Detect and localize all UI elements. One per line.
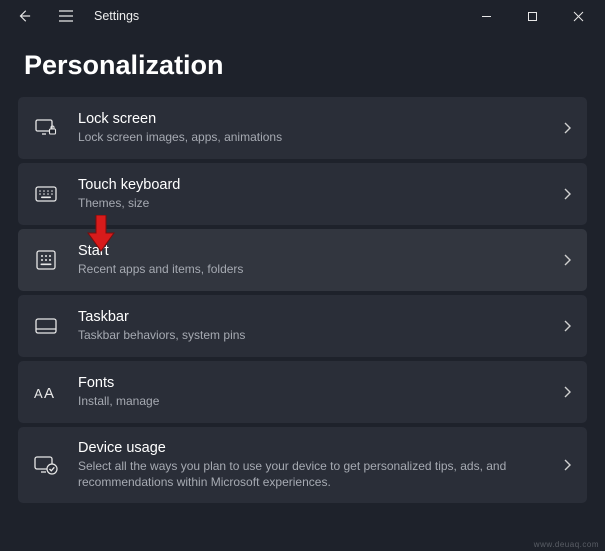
row-title: Fonts — [78, 374, 553, 392]
fonts-icon: AA — [32, 383, 60, 401]
row-subtitle: Recent apps and items, folders — [78, 261, 553, 277]
row-subtitle: Themes, size — [78, 195, 553, 211]
settings-row-start[interactable]: Start Recent apps and items, folders — [18, 229, 587, 291]
svg-text:A: A — [34, 386, 43, 401]
back-button[interactable] — [4, 0, 44, 32]
settings-row-touch-keyboard[interactable]: Touch keyboard Themes, size — [18, 163, 587, 225]
window-title: Settings — [94, 9, 139, 23]
row-subtitle: Lock screen images, apps, animations — [78, 129, 553, 145]
title-bar: Settings — [0, 0, 605, 32]
start-icon — [32, 250, 60, 270]
page-title: Personalization — [0, 32, 605, 97]
chevron-right-icon — [563, 459, 571, 471]
row-title: Lock screen — [78, 110, 553, 128]
settings-row-taskbar[interactable]: Taskbar Taskbar behaviors, system pins — [18, 295, 587, 357]
settings-row-device-usage[interactable]: Device usage Select all the ways you pla… — [18, 427, 587, 503]
row-subtitle: Install, manage — [78, 393, 553, 409]
row-subtitle: Select all the ways you plan to use your… — [78, 458, 553, 490]
chevron-right-icon — [563, 188, 571, 200]
menu-button[interactable] — [46, 0, 86, 32]
svg-text:A: A — [44, 385, 54, 401]
maximize-button[interactable] — [509, 0, 555, 32]
taskbar-icon — [32, 318, 60, 334]
chevron-right-icon — [563, 254, 571, 266]
close-button[interactable] — [555, 0, 601, 32]
chevron-right-icon — [563, 386, 571, 398]
keyboard-icon — [32, 186, 60, 202]
row-title: Touch keyboard — [78, 176, 553, 194]
row-title: Start — [78, 242, 553, 260]
settings-row-fonts[interactable]: AA Fonts Install, manage — [18, 361, 587, 423]
settings-list: Lock screen Lock screen images, apps, an… — [0, 97, 605, 503]
chevron-right-icon — [563, 122, 571, 134]
settings-row-lock-screen[interactable]: Lock screen Lock screen images, apps, an… — [18, 97, 587, 159]
minimize-button[interactable] — [463, 0, 509, 32]
monitor-lock-icon — [32, 118, 60, 138]
row-subtitle: Taskbar behaviors, system pins — [78, 327, 553, 343]
watermark: www.deuaq.com — [534, 540, 599, 549]
row-title: Taskbar — [78, 308, 553, 326]
device-usage-icon — [32, 455, 60, 475]
row-title: Device usage — [78, 439, 553, 457]
chevron-right-icon — [563, 320, 571, 332]
